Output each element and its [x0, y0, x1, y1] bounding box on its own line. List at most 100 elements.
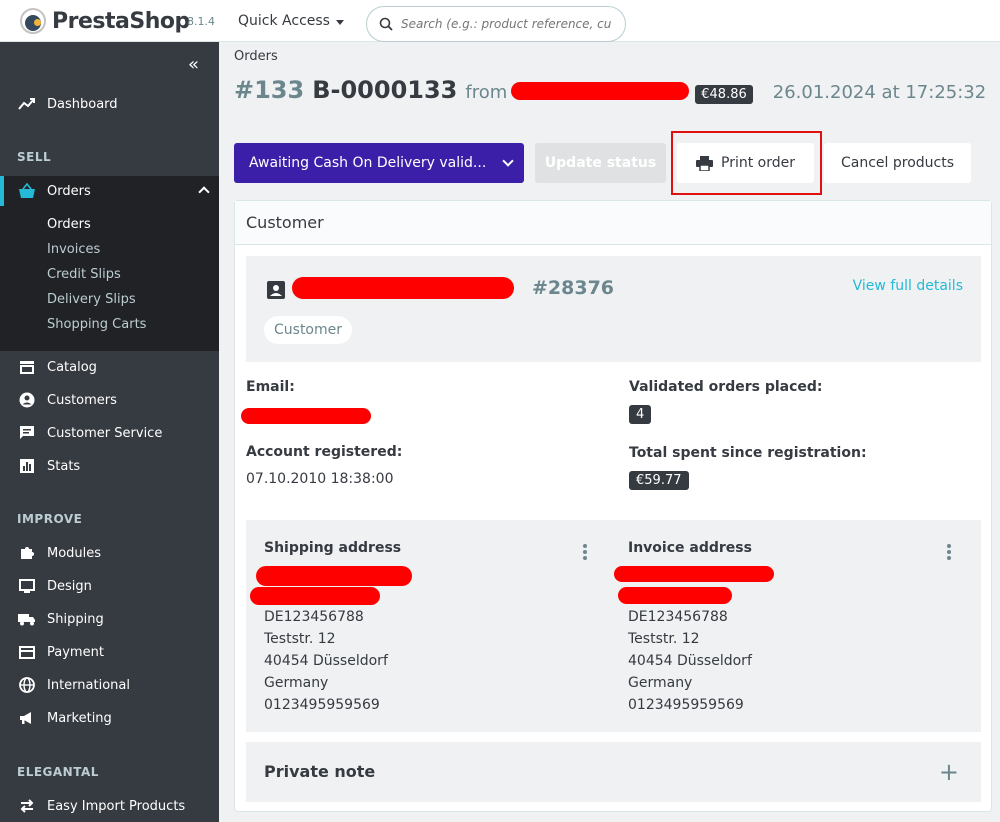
megaphone-icon — [18, 709, 36, 727]
sidebar-item-label: Modules — [47, 545, 102, 561]
breadcrumb[interactable]: Orders — [234, 49, 278, 64]
sidebar-item-label: Customers — [47, 392, 117, 408]
shipping-address-title: Shipping address — [264, 540, 402, 556]
total-spent-label: Total spent since registration: — [629, 445, 867, 461]
search-input[interactable] — [401, 17, 611, 31]
section-title-improve: IMPROVE — [17, 512, 83, 526]
invoice-line: 40454 Düsseldorf — [628, 653, 752, 669]
view-full-details-link[interactable]: View full details — [853, 278, 963, 294]
search-box[interactable] — [366, 6, 626, 42]
order-total-badge: €48.86 — [695, 85, 753, 104]
caret-down-icon — [335, 19, 344, 25]
chat-icon — [18, 424, 36, 442]
sidebar-item-dashboard[interactable]: Dashboard — [0, 89, 219, 119]
prestashop-logo-icon — [20, 8, 46, 34]
order-reference: B-0000133 — [312, 76, 458, 104]
shipping-line: DE123456788 — [264, 609, 364, 625]
order-number: #133 — [234, 76, 305, 104]
puzzle-icon — [18, 544, 36, 562]
shipping-line: 40454 Düsseldorf — [264, 653, 388, 669]
sidebar-subitem-orders[interactable]: Orders — [47, 217, 91, 232]
from-label: from — [465, 82, 508, 103]
sidebar-subitem-invoices[interactable]: Invoices — [47, 242, 100, 257]
quick-access-label: Quick Access — [238, 13, 330, 29]
update-status-button[interactable]: Update status — [535, 143, 666, 183]
sidebar-subitem-shopping-carts[interactable]: Shopping Carts — [47, 317, 146, 332]
printer-icon — [696, 155, 713, 171]
order-status-value: Awaiting Cash On Delivery valid... — [249, 155, 487, 171]
sidebar-item-label: International — [47, 677, 130, 693]
sidebar-subitem-delivery-slips[interactable]: Delivery Slips — [47, 292, 136, 307]
page-title: #133 B-0000133 from €48.86 26.01.2024 at… — [234, 76, 986, 104]
globe-icon — [18, 676, 36, 694]
sidebar-item-label: Orders — [47, 183, 91, 199]
trending-up-icon — [18, 95, 36, 113]
credit-card-icon — [18, 643, 36, 661]
sidebar-item-customers[interactable]: Customers — [0, 385, 219, 415]
total-spent-badge: €59.77 — [629, 471, 689, 490]
quick-access-dropdown[interactable]: Quick Access — [238, 13, 344, 29]
order-status-select[interactable]: Awaiting Cash On Delivery valid... — [234, 143, 524, 183]
invoice-line: Teststr. 12 — [628, 631, 700, 647]
section-title-sell: SELL — [17, 150, 52, 164]
account-registered-value: 07.10.2010 18:38:00 — [246, 471, 394, 487]
update-status-label: Update status — [544, 155, 657, 171]
sidebar-item-label: Stats — [47, 458, 81, 474]
account-registered-label: Account registered: — [246, 444, 403, 460]
truck-icon — [18, 610, 36, 628]
store-icon — [18, 358, 36, 376]
cancel-products-button[interactable]: Cancel products — [824, 143, 971, 183]
sidebar-item-easy-import-products[interactable]: Easy Import Products — [0, 791, 219, 821]
redacted-customer-name — [511, 82, 690, 100]
sidebar-item-label: Payment — [47, 644, 104, 660]
print-order-button[interactable]: Print order — [677, 143, 814, 183]
shipping-line: Germany — [264, 675, 329, 691]
invoice-line: Germany — [628, 675, 693, 691]
card-header: Customer — [235, 201, 991, 245]
account-circle-icon — [18, 391, 36, 409]
invoice-line: DE123456788 — [628, 609, 728, 625]
swap-arrows-icon — [18, 797, 36, 815]
bar-chart-icon — [18, 457, 36, 475]
customer-group-badge: Customer — [264, 316, 353, 344]
shipping-line: Teststr. 12 — [264, 631, 336, 647]
shopping-basket-icon — [18, 182, 36, 200]
customer-id: #28376 — [532, 277, 615, 299]
sidebar-item-design[interactable]: Design — [0, 571, 219, 601]
email-label: Email: — [246, 379, 295, 395]
private-note-title: Private note — [264, 762, 376, 781]
redacted-email — [241, 408, 371, 424]
sidebar-item-stats[interactable]: Stats — [0, 451, 219, 481]
sidebar-item-modules[interactable]: Modules — [0, 538, 219, 568]
redacted-customer-name — [292, 277, 514, 299]
sidebar-item-international[interactable]: International — [0, 670, 219, 700]
search-icon — [379, 17, 393, 31]
contact-card-icon — [267, 281, 285, 299]
private-note-section[interactable]: Private note + — [246, 742, 981, 802]
shipping-line: 0123495959569 — [264, 697, 380, 713]
prestashop-logo[interactable]: PrestaShop — [20, 8, 190, 34]
sidebar-item-shipping[interactable]: Shipping — [0, 604, 219, 634]
sidebar-item-customer-service[interactable]: Customer Service — [0, 418, 219, 448]
sidebar-item-payment[interactable]: Payment — [0, 637, 219, 667]
plus-icon[interactable]: + — [939, 760, 959, 784]
redacted-shipping-name — [256, 566, 412, 586]
chevron-up-icon[interactable] — [198, 186, 210, 198]
shipping-more-vert-icon[interactable] — [583, 544, 587, 560]
sidebar-item-orders[interactable]: Orders — [0, 176, 219, 206]
redacted-invoice-company — [618, 587, 732, 604]
sidebar-item-marketing[interactable]: Marketing — [0, 703, 219, 733]
redacted-shipping-company — [250, 587, 380, 605]
validated-orders-badge: 4 — [629, 405, 652, 424]
monitor-icon — [18, 577, 36, 595]
validated-orders-label: Validated orders placed: — [629, 379, 823, 395]
sidebar-item-label: Shipping — [47, 611, 104, 627]
sidebar-item-catalog[interactable]: Catalog — [0, 352, 219, 382]
top-bar: PrestaShop 8.1.4 Quick Access — [0, 0, 1000, 42]
sidebar-item-label: Design — [47, 578, 92, 594]
invoice-more-vert-icon[interactable] — [947, 544, 951, 560]
sidebar-subitem-credit-slips[interactable]: Credit Slips — [47, 267, 121, 282]
invoice-address-title: Invoice address — [628, 540, 752, 556]
collapse-sidebar-icon[interactable]: « — [188, 54, 199, 75]
cancel-products-label: Cancel products — [840, 155, 955, 171]
